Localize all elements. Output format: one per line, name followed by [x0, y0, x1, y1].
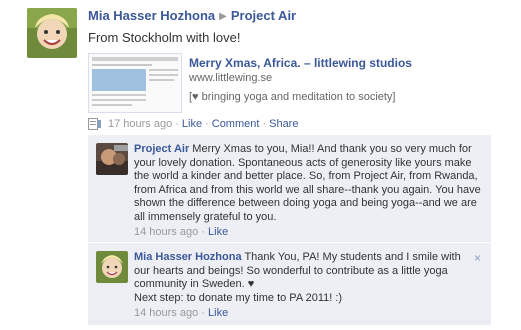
post-time[interactable]: 17 hours ago: [108, 118, 172, 130]
thumbnail-image: [89, 54, 181, 112]
comment-time[interactable]: 14 hours ago: [134, 307, 198, 319]
post-type-icon: [88, 118, 102, 130]
comment-body: Project Air Merry Xmas to you, Mia!! And…: [134, 143, 483, 240]
post-meta: 17 hours ago · Like · Comment · Share: [88, 118, 298, 130]
comment-body: Mia Hasser Hozhona Thank You, PA! My stu…: [134, 251, 467, 321]
comment-text-2: Next step: to donate my time to PA 2011!…: [134, 291, 343, 304]
share-link[interactable]: Share: [269, 118, 298, 130]
close-icon[interactable]: ×: [474, 251, 481, 265]
comment-like-link[interactable]: Like: [208, 307, 228, 319]
author-link[interactable]: Mia Hasser Hozhona: [88, 8, 215, 23]
comment-meta: 14 hours ago · Like: [134, 226, 229, 238]
comment-author-link[interactable]: Mia Hasser Hozhona: [134, 251, 242, 263]
comment-author-link[interactable]: Project Air: [134, 143, 189, 155]
author-avatar[interactable]: [27, 8, 77, 58]
next-comment-stub: [88, 322, 491, 325]
comment-link[interactable]: Comment: [212, 118, 260, 130]
comment-like-link[interactable]: Like: [208, 226, 228, 238]
attachment-url: www.littlewing.se: [189, 72, 273, 84]
like-link[interactable]: Like: [182, 118, 202, 130]
post-message: From Stockholm with love!: [88, 30, 241, 45]
attachment-description: [♥ bringing yoga and meditation to socie…: [189, 91, 396, 103]
comment-meta: 14 hours ago · Like: [134, 307, 229, 319]
attachment-title-link[interactable]: Merry Xmas, Africa. – littlewing studios: [189, 56, 412, 70]
comment-item: × Mia Hasser Hozhona Thank You, PA! My s…: [88, 243, 491, 325]
comment-item: Project Air Merry Xmas to you, Mia!! And…: [88, 135, 491, 242]
post-header: Mia Hasser Hozhona ▶ Project Air: [88, 8, 296, 23]
commenter-avatar[interactable]: [96, 143, 128, 175]
avatar-image: [27, 8, 77, 58]
commenter-avatar[interactable]: [96, 251, 128, 283]
target-link[interactable]: Project Air: [231, 8, 296, 23]
comment-time[interactable]: 14 hours ago: [134, 226, 198, 238]
arrow-right-icon: ▶: [219, 11, 227, 22]
attachment-thumbnail[interactable]: [88, 53, 182, 113]
comments-list: Project Air Merry Xmas to you, Mia!! And…: [88, 135, 491, 325]
